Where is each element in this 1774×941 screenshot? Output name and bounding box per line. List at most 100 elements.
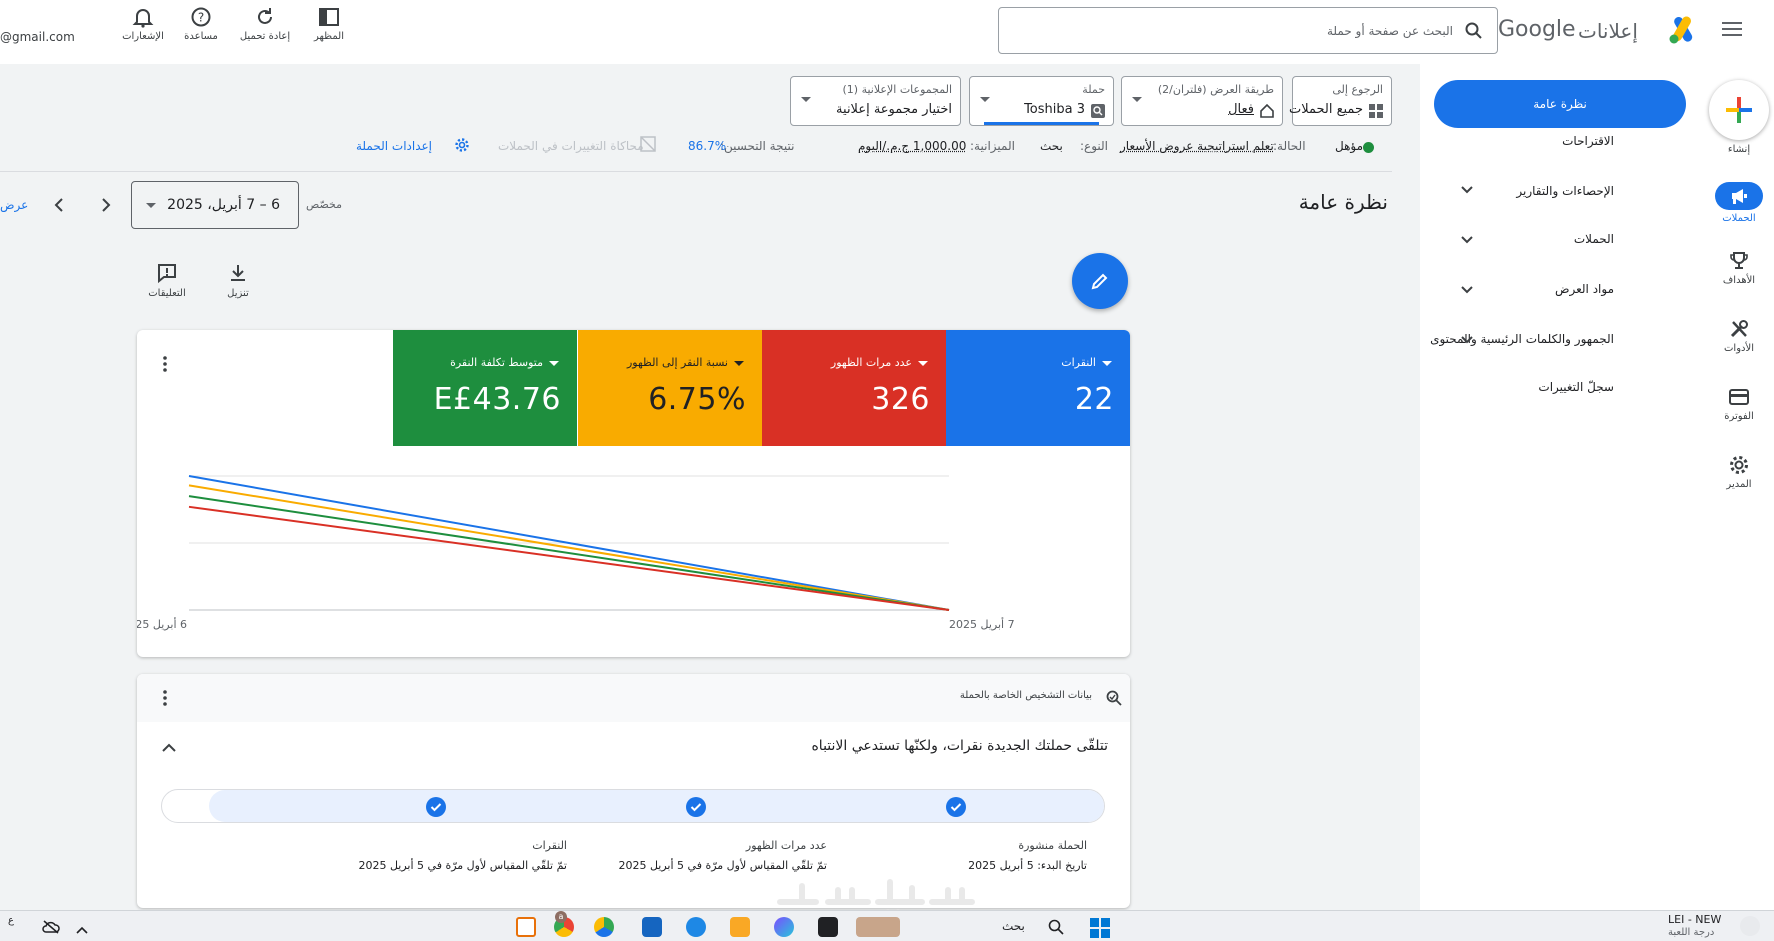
nav-panel: نظرة عامة الاقتراحات الإحصاءات والتقارير… bbox=[1420, 64, 1704, 941]
metric-value: 326 bbox=[871, 382, 930, 417]
metric-tile-ctr[interactable]: نسبة النقر إلى الظهور 6.75% bbox=[578, 330, 762, 446]
lang-sub: درجة اللعبة bbox=[1668, 927, 1714, 938]
nav-item-insights[interactable]: الإحصاءات والتقارير bbox=[1516, 184, 1614, 198]
rail-item-tools[interactable]: الأدوات bbox=[1704, 318, 1774, 354]
comment-icon bbox=[156, 262, 178, 284]
settings-label[interactable]: إعدادات الحملة bbox=[356, 139, 432, 153]
create-button[interactable] bbox=[1709, 80, 1769, 140]
strategy-value[interactable]: تعلم استراتيجية عروض الأسعار bbox=[1120, 139, 1274, 153]
diagnostics-search-icon bbox=[1106, 690, 1122, 710]
appearance-button[interactable]: المظهر bbox=[294, 6, 364, 42]
plus-icon bbox=[1709, 80, 1769, 140]
nav-item-overview[interactable]: نظرة عامة bbox=[1434, 80, 1686, 128]
rail-item-admin[interactable]: المدير bbox=[1704, 454, 1774, 490]
nav-item-assets[interactable]: مواد العرض bbox=[1555, 282, 1614, 296]
grid-icon bbox=[1369, 104, 1383, 118]
megaphone-icon bbox=[1729, 187, 1749, 205]
view-link[interactable]: عرض bbox=[0, 198, 28, 212]
notifications-button[interactable]: الإشعارات bbox=[108, 6, 178, 42]
appearance-icon bbox=[318, 6, 340, 28]
comments-button[interactable]: التعليقات bbox=[148, 262, 186, 299]
nav-item-campaigns[interactable]: الحملات bbox=[1574, 232, 1614, 246]
performance-line-chart: 6 أبريل 2025 7 أبريل 2025 bbox=[137, 446, 1130, 657]
taskbar-search-label[interactable]: بحث bbox=[1002, 919, 1025, 933]
overview-card: النقرات 22 عدد مرات الظهور 326 نسبة النق… bbox=[137, 330, 1130, 657]
chevron-down-icon[interactable] bbox=[1460, 332, 1474, 351]
reload-button[interactable]: إعادة تحميل bbox=[230, 6, 300, 42]
chevron-left-icon[interactable] bbox=[52, 197, 66, 217]
cloud-off-icon[interactable] bbox=[42, 919, 60, 938]
nav-item-recommendations[interactable]: الاقتراحات bbox=[1562, 134, 1614, 148]
chevron-down-icon[interactable] bbox=[1460, 182, 1474, 201]
download-icon bbox=[227, 262, 249, 284]
chrome-alt-icon[interactable] bbox=[594, 917, 614, 937]
chart-series-line[interactable] bbox=[189, 485, 949, 610]
optimization-label: نتيجة التحسين: bbox=[720, 139, 794, 153]
more-vert-icon[interactable] bbox=[163, 690, 167, 710]
step-title: الحملة منشورة bbox=[1018, 839, 1087, 852]
brand-google: Google bbox=[1498, 17, 1576, 42]
metric-tile-impressions[interactable]: عدد مرات الظهور 326 bbox=[762, 330, 946, 446]
game-thumbnail-icon[interactable] bbox=[856, 917, 900, 937]
chevron-up-icon[interactable] bbox=[161, 738, 177, 757]
metric-label: النقرات bbox=[1061, 356, 1112, 369]
edge-icon[interactable] bbox=[686, 917, 706, 937]
side-rail: إنشاء الحملات الأهداف الأدوات الفوترة ال… bbox=[1704, 64, 1774, 941]
campaign-label: حملة bbox=[1082, 83, 1105, 96]
menu-icon[interactable] bbox=[1722, 20, 1744, 42]
nav-item-audiences[interactable]: الجمهور والكلمات الرئيسية والمحتوى bbox=[1430, 332, 1614, 346]
chevron-right-icon[interactable] bbox=[99, 197, 113, 217]
tools-icon bbox=[1728, 318, 1750, 340]
adgroup-selector[interactable]: المجموعات الإعلانية (1) اختيار مجموعة إع… bbox=[790, 76, 961, 126]
optimization-value[interactable]: 86.7% bbox=[688, 139, 726, 153]
back-to-selector[interactable]: الرجوع إلى جميع الحملات bbox=[1292, 76, 1392, 126]
copilot-icon[interactable] bbox=[774, 917, 794, 937]
view-label: طريقة العرض (فلتران/2) bbox=[1158, 83, 1274, 96]
snipping-tool-icon[interactable] bbox=[516, 917, 536, 937]
back-label: الرجوع إلى bbox=[1332, 83, 1383, 96]
more-vert-icon[interactable] bbox=[163, 356, 167, 376]
x-tick-label: 7 أبريل 2025 bbox=[949, 617, 1015, 631]
store-icon[interactable] bbox=[642, 917, 662, 937]
chevron-down-icon[interactable] bbox=[1460, 232, 1474, 251]
budget-value[interactable]: 1,000.00 ج.م./اليوم bbox=[858, 139, 966, 153]
header-divider bbox=[0, 171, 1392, 172]
metric-label: متوسط تكلفة النقرة bbox=[450, 356, 559, 369]
status-dot-icon bbox=[1363, 142, 1374, 153]
settings-gear-icon[interactable] bbox=[454, 137, 470, 156]
account-email[interactable]: @gmail.com bbox=[0, 30, 75, 44]
simulate-label[interactable]: محاكاة التغييرات في الحملات bbox=[498, 139, 644, 153]
download-button[interactable]: تنزيل bbox=[222, 262, 254, 299]
metric-label: نسبة النقر إلى الظهور bbox=[627, 356, 744, 369]
windows-start-icon[interactable] bbox=[1090, 918, 1110, 941]
date-range-picker[interactable]: 6 – 7 أبريل، 2025 bbox=[131, 181, 299, 229]
rail-item-goals[interactable]: الأهداف bbox=[1704, 250, 1774, 286]
metric-tile-avg-cpc[interactable]: متوسط تكلفة النقرة E£43.76 bbox=[393, 330, 577, 446]
chevron-down-icon[interactable] bbox=[1460, 282, 1474, 301]
home-icon bbox=[1260, 104, 1274, 118]
metric-value: E£43.76 bbox=[434, 382, 561, 417]
type-value: بحث bbox=[1040, 139, 1063, 153]
rail-item-billing[interactable]: الفوترة bbox=[1704, 386, 1774, 422]
chevron-up-icon[interactable] bbox=[76, 920, 88, 939]
game-avatar-icon[interactable] bbox=[1740, 916, 1760, 936]
rail-tools-label: الأدوات bbox=[1724, 343, 1754, 354]
x-tick-label: 6 أبريل 2025 bbox=[137, 617, 187, 631]
search-input[interactable]: البحث عن صفحة أو حملة bbox=[998, 7, 1498, 54]
metric-tile-clicks[interactable]: النقرات 22 bbox=[946, 330, 1130, 446]
caret-down-icon bbox=[1132, 97, 1142, 102]
edit-metrics-button[interactable] bbox=[1072, 253, 1128, 309]
terminal-icon[interactable] bbox=[818, 917, 838, 937]
chart-series-line[interactable] bbox=[189, 507, 949, 610]
search-icon bbox=[1465, 22, 1483, 40]
campaign-selector[interactable]: حملة Toshiba 3 bbox=[969, 76, 1114, 126]
nav-item-change-history[interactable]: سجلّ التغييرات bbox=[1538, 380, 1614, 394]
file-explorer-icon[interactable] bbox=[730, 917, 750, 937]
rail-item-campaigns[interactable]: الحملات bbox=[1704, 182, 1774, 224]
search-icon[interactable] bbox=[1048, 919, 1064, 939]
campaign-active-underline bbox=[984, 122, 1099, 125]
chart-series-line[interactable] bbox=[189, 496, 949, 610]
top-bar: إعلانات Google البحث عن صفحة أو حملة الم… bbox=[0, 0, 1774, 64]
view-selector[interactable]: طريقة العرض (فلتران/2) فعال bbox=[1121, 76, 1283, 126]
lang-label: LEI - NEW bbox=[1668, 913, 1721, 926]
